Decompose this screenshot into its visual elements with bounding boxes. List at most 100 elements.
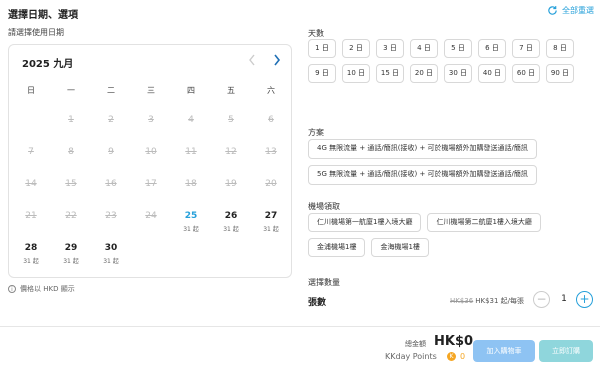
calendar-day-number: 12: [225, 147, 237, 157]
days-option-chip[interactable]: 6 日: [478, 39, 506, 58]
pickup-option-chip[interactable]: 仁川機場第二航廈1樓入境大廳: [427, 213, 541, 232]
calendar-day[interactable]: 29 31 起: [51, 243, 91, 275]
calendar-day: 16: [91, 179, 131, 211]
calendar-day: 12: [211, 147, 251, 179]
total-amount: HK$0: [434, 334, 474, 349]
quantity-increase-button[interactable]: +: [576, 291, 593, 308]
previous-month-button[interactable]: [245, 53, 259, 67]
refresh-icon: [548, 6, 557, 15]
calendar-day: 19: [211, 179, 251, 211]
days-options: 1 日 2 日 3 日 4 日 5 日 6 日 7 日 8 日 9 日 10 日 15 日 20 日 3…: [308, 39, 590, 83]
pickup-option-chip[interactable]: 金浦機場1樓: [308, 238, 366, 257]
book-now-button[interactable]: 立即訂購: [539, 340, 593, 362]
calendar-day: 4: [171, 115, 211, 147]
calendar-day-number: 7: [28, 147, 34, 157]
calendar-day-number: 5: [228, 115, 234, 125]
calendar-day-number: 1: [68, 115, 74, 125]
plan-option-chip[interactable]: 4G 無限流量 + 通話/簡訊(接收) + 可於機場額外加購發送通話/簡訊: [308, 139, 537, 159]
calendar-day: 7: [11, 147, 51, 179]
days-option-chip[interactable]: 1 日: [308, 39, 336, 58]
days-option-chip[interactable]: 9 日: [308, 64, 336, 83]
calendar-day-number: 23: [105, 211, 117, 221]
calendar-empty-cell: [11, 115, 51, 147]
days-option-chip[interactable]: 2 日: [342, 39, 370, 58]
add-to-cart-button[interactable]: 加入購物車: [473, 340, 535, 362]
calendar-day-number: 18: [185, 179, 197, 189]
days-option-chip[interactable]: 10 日: [342, 64, 370, 83]
plan-options: 4G 無限流量 + 通話/簡訊(接收) + 可於機場額外加購發送通話/簡訊 5G …: [308, 139, 590, 185]
calendar-day-number: 15: [65, 179, 77, 189]
days-option-chip[interactable]: 15 日: [376, 64, 404, 83]
calendar-day-number: 28: [24, 243, 38, 253]
calendar-day-price: 31 起: [223, 226, 239, 233]
calendar-days-grid: 1 2 3 4 5 6 7 8 9 10 11 12 13 14 15 16 17 18 19 20 21 22 23 24 2…: [11, 115, 291, 275]
calendar-day: 17: [131, 179, 171, 211]
calendar-day: 15: [51, 179, 91, 211]
calendar-day[interactable]: 25 31 起: [171, 211, 211, 243]
calendar-day-number: 29: [64, 243, 78, 253]
calendar-day[interactable]: 26 31 起: [211, 211, 251, 243]
calendar-day: 20: [251, 179, 291, 211]
pickup-options: 仁川機場第一航廈1樓入境大廳 仁川機場第二航廈1樓入境大廳金浦機場1樓 金海機場1樓: [308, 213, 590, 257]
calendar-day-number: 14: [25, 179, 37, 189]
calendar-day: 21: [11, 211, 51, 243]
days-option-chip[interactable]: 90 日: [546, 64, 574, 83]
calendar-day-number: 17: [145, 179, 157, 189]
calendar-day: 6: [251, 115, 291, 147]
days-option-chip[interactable]: 3 日: [376, 39, 404, 58]
calendar-day-number: 8: [68, 147, 74, 157]
days-option-chip[interactable]: 7 日: [512, 39, 540, 58]
calendar-day-price: 31 起: [23, 258, 39, 265]
days-option-chip[interactable]: 8 日: [546, 39, 574, 58]
calendar-day-number: 4: [188, 115, 194, 125]
plan-option-chip[interactable]: 5G 無限流量 + 通話/簡訊(接收) + 可於機場額外加購發送通話/簡訊: [308, 165, 537, 185]
days-option-chip[interactable]: 60 日: [512, 64, 540, 83]
weekday-label: 一: [67, 86, 75, 95]
quantity-value: 1: [561, 294, 567, 304]
calendar-day[interactable]: 30 31 起: [91, 243, 131, 275]
quantity-price: HK$36 HK$31 起/每張: [450, 296, 524, 306]
calendar-day-price: 31 起: [183, 226, 199, 233]
calendar-day[interactable]: 28 31 起: [11, 243, 51, 275]
days-option-chip[interactable]: 4 日: [410, 39, 438, 58]
page-title: 選擇日期、選項: [8, 10, 78, 21]
calendar-day[interactable]: 27 31 起: [251, 211, 291, 243]
calendar-day-number: 27: [264, 211, 278, 221]
calendar-day: 14: [11, 179, 51, 211]
quantity-decrease-button[interactable]: −: [533, 291, 550, 308]
reset-all-button[interactable]: 全部重選: [547, 5, 594, 16]
calendar-day-number: 11: [185, 147, 197, 157]
days-option-chip[interactable]: 5 日: [444, 39, 472, 58]
calendar-day-number: 9: [108, 147, 114, 157]
pickup-section-label: 機場領取: [308, 202, 340, 211]
plan-section-label: 方案: [308, 128, 324, 137]
calendar-day-price: 31 起: [263, 226, 279, 233]
quantity-row: 張數 HK$36 HK$31 起/每張 − 1 +: [308, 291, 594, 311]
quantity-label: 張數: [308, 298, 327, 308]
calendar-day: 1: [51, 115, 91, 147]
days-option-chip[interactable]: 40 日: [478, 64, 506, 83]
pickup-option-chip[interactable]: 金海機場1樓: [371, 238, 429, 257]
days-option-chip[interactable]: 20 日: [410, 64, 438, 83]
next-month-button[interactable]: [270, 53, 284, 67]
reset-all-label: 全部重選: [562, 6, 594, 15]
days-section-label: 天數: [308, 29, 324, 38]
date-hint: 請選擇使用日期: [8, 28, 64, 37]
calendar-day-number: 20: [265, 179, 277, 189]
weekday-row: 日 一 二 三 四 五 六: [11, 85, 291, 96]
weekday-label: 四: [187, 86, 195, 95]
weekday-label: 三: [147, 86, 155, 95]
pickup-option-chip[interactable]: 仁川機場第一航廈1樓入境大廳: [308, 213, 422, 232]
calendar-day-number: 25: [184, 211, 198, 221]
calendar-day: 23: [91, 211, 131, 243]
calendar-day-number: 21: [25, 211, 37, 221]
calendar-day: 2: [91, 115, 131, 147]
days-option-chip[interactable]: 30 日: [444, 64, 472, 83]
calendar-day-number: 19: [225, 179, 237, 189]
weekday-label: 二: [107, 86, 115, 95]
currency-note: i 價格以 HKD 顯示: [8, 284, 75, 294]
chevron-right-icon: [274, 54, 281, 66]
calendar-day: 8: [51, 147, 91, 179]
calendar-day: 24: [131, 211, 171, 243]
calendar-day: 22: [51, 211, 91, 243]
